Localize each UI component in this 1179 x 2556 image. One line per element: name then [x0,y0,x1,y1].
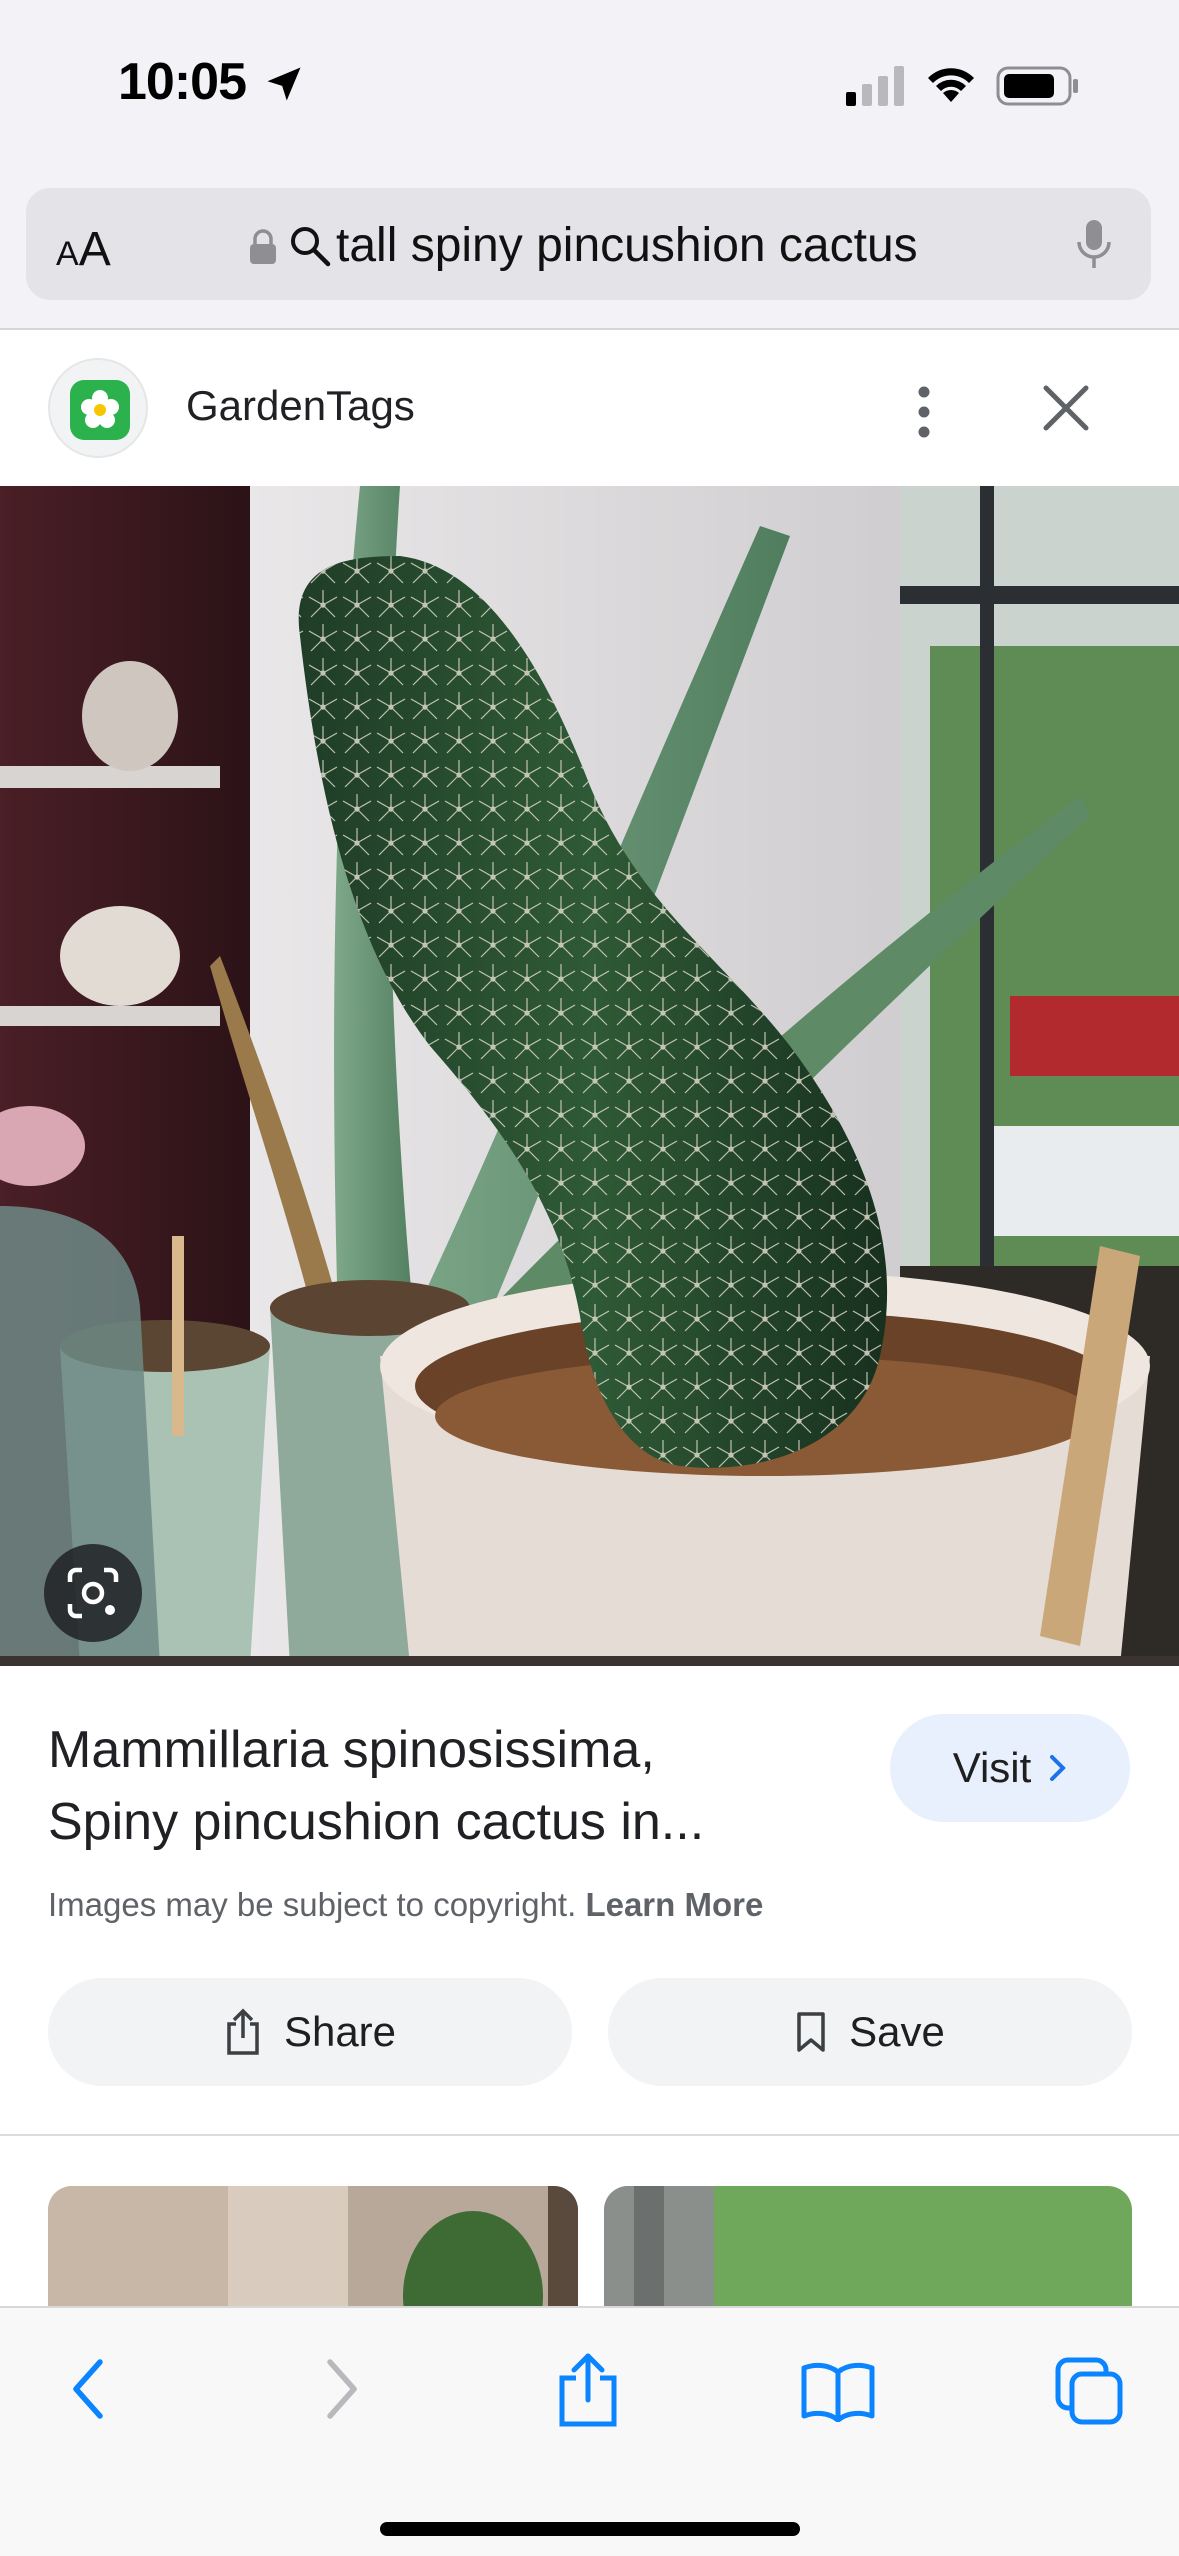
lens-button[interactable] [44,1544,142,1642]
related-thumbnail[interactable] [604,2186,1132,2306]
location-arrow-icon [267,67,301,101]
visit-button[interactable]: Visit [890,1714,1130,1822]
site-favicon [48,358,148,458]
learn-more-link[interactable]: Learn More [585,1886,763,1923]
bookmarks-book-icon[interactable] [800,2360,876,2422]
tabs-icon[interactable] [1054,2356,1124,2426]
microphone-icon[interactable] [1074,218,1114,272]
chevron-right-icon [1050,1755,1067,1781]
result-info: Mammillaria spinosissima, Spiny pincushi… [0,1666,1179,2136]
cactus-photo [0,486,1179,1666]
gardentags-logo-icon [70,380,130,440]
status-bar: 10:05 [0,0,1179,170]
result-image[interactable] [0,486,1179,1666]
more-vert-icon[interactable] [906,384,942,440]
cellular-signal-icon [846,66,904,106]
related-thumbnail[interactable] [48,2186,578,2306]
wifi-icon [928,68,974,102]
site-name[interactable]: GardenTags [186,382,415,430]
save-button[interactable]: Save [608,1978,1132,2086]
status-time: 10:05 [118,53,247,111]
share-icon[interactable] [556,2352,620,2428]
browser-toolbar [0,2306,1179,2556]
lens-icon [67,1567,119,1619]
share-button[interactable]: Share [48,1978,572,2086]
share-icon [227,2008,259,2055]
copyright-notice: Images may be subject to copyright. Lear… [48,1886,764,1923]
result-title[interactable]: Mammillaria spinosissima, Spiny pincushi… [48,1714,838,1858]
related-images [0,2136,1179,2306]
site-header: GardenTags [0,330,1179,486]
forward-chevron-icon[interactable] [322,2356,362,2422]
search-query[interactable]: tall spiny pincushion cactus [336,218,918,273]
text-size-button[interactable]: AA [56,222,111,277]
address-bar[interactable]: AA tall spiny pincushion cactus [26,188,1151,300]
bookmark-icon [797,2012,825,2052]
search-icon [291,227,331,267]
lock-icon [250,229,276,264]
address-bar-container: AA tall spiny pincushion cactus [0,170,1179,330]
back-chevron-icon[interactable] [68,2356,108,2422]
close-icon[interactable] [1040,382,1092,434]
battery-icon [996,66,1078,106]
home-indicator [380,2522,800,2536]
